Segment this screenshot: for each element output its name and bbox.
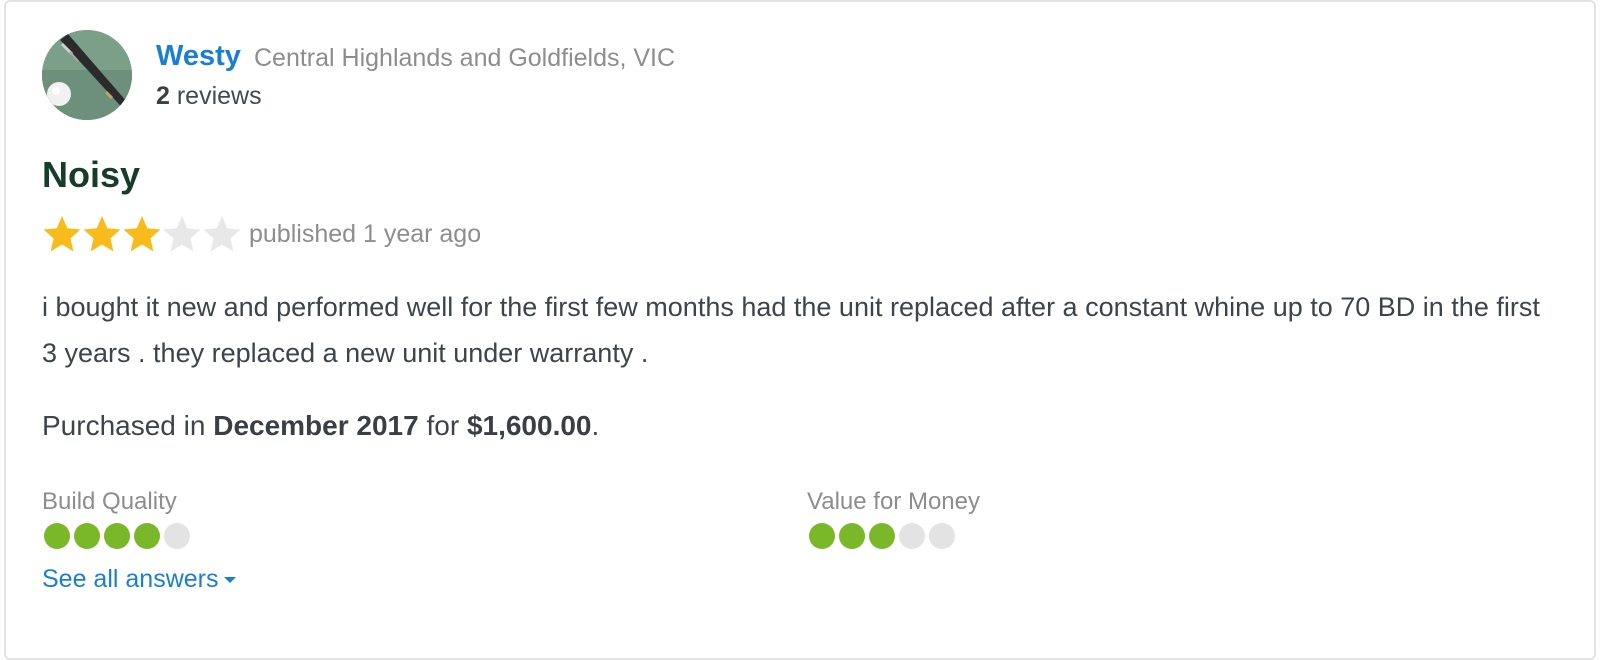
published-date: published 1 year ago (249, 220, 482, 248)
see-all-answers-link[interactable]: See all answers (42, 565, 237, 594)
see-all-answers-label: See all answers (42, 565, 219, 593)
star-empty-icon (163, 216, 201, 252)
rating-dot-empty (164, 523, 190, 549)
purchase-suffix: . (591, 410, 600, 441)
review-count[interactable]: 2 reviews (156, 82, 262, 111)
build-quality-label: Build Quality (42, 488, 177, 515)
purchase-date: December 2017 (213, 410, 419, 441)
star-filled-icon (123, 216, 161, 252)
review-card: Westy Central Highlands and Goldfields, … (4, 0, 1596, 660)
review-count-number: 2 (156, 82, 170, 110)
review-count-suffix: reviews (169, 82, 262, 110)
avatar[interactable] (42, 30, 132, 120)
purchase-price: $1,600.00 (466, 410, 592, 441)
star-filled-icon (43, 216, 81, 252)
review-body: i bought it new and performed well for t… (42, 292, 1540, 368)
purchase-prefix: Purchased in (42, 410, 214, 441)
caret-down-icon (224, 576, 237, 583)
star-filled-icon (83, 216, 121, 252)
star-empty-icon (203, 216, 241, 252)
value-for-money-label: Value for Money (807, 488, 980, 515)
rating-dot-filled (74, 523, 100, 549)
purchase-middle: for (418, 410, 467, 441)
reviewer-location: Central Highlands and Goldfields, VIC (254, 44, 676, 72)
rating-dot-filled (869, 523, 895, 549)
rating-dot-filled (44, 523, 70, 549)
rating-dot-filled (104, 523, 130, 549)
rating-dot-empty (899, 523, 925, 549)
review-title: Noisy (42, 154, 141, 195)
rating-dot-empty (929, 523, 955, 549)
rating-dot-filled (809, 523, 835, 549)
star-rating (42, 214, 242, 254)
build-quality-rating (44, 523, 190, 549)
rating-dot-filled (134, 523, 160, 549)
purchase-info: Purchased in December 2017 for $1,600.00… (42, 410, 599, 442)
hockey-stick-avatar-icon (42, 30, 132, 120)
reviewer-name-link[interactable]: Westy (156, 40, 241, 73)
rating-dot-filled (839, 523, 865, 549)
value-for-money-rating (809, 523, 955, 549)
